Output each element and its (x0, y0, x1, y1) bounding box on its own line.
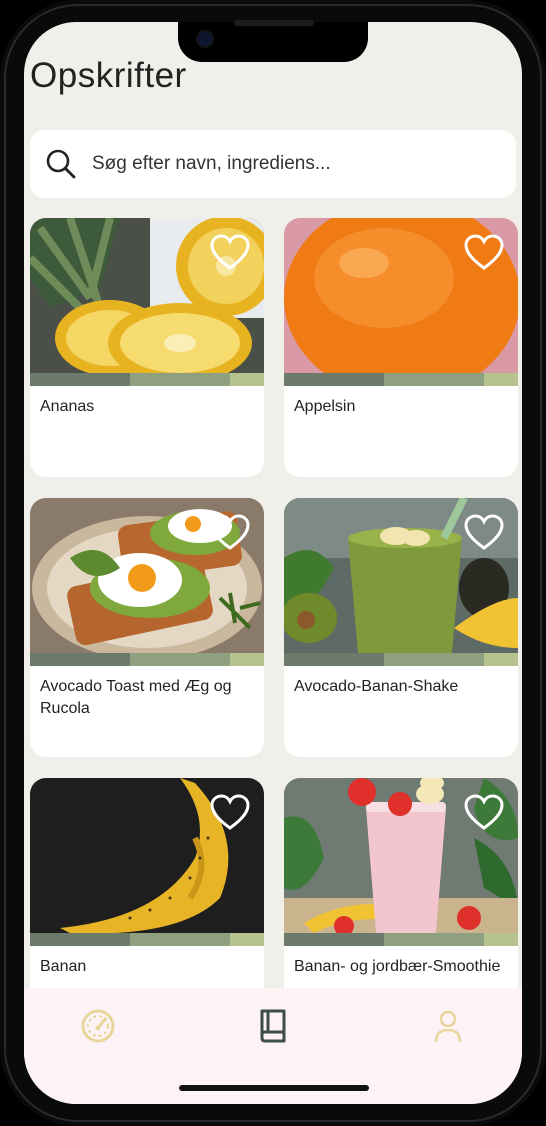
nutrition-bar (284, 933, 518, 946)
favorite-heart-icon[interactable] (464, 234, 504, 272)
phone-frame: Opskrifter Søg efter navn, ingrediens...… (0, 0, 546, 1126)
front-camera-icon (198, 32, 212, 46)
speaker-grille (234, 20, 314, 26)
nutrition-bar (30, 653, 264, 666)
nutrition-bar (284, 373, 518, 386)
home-indicator[interactable] (179, 1085, 369, 1091)
recipe-card[interactable]: Avocado-Banan-Shake (284, 498, 518, 757)
recipe-name: Banan (40, 958, 87, 975)
favorite-heart-icon[interactable] (210, 514, 250, 552)
recipe-book-icon[interactable] (253, 1006, 293, 1046)
recipe-card[interactable]: Ananas (30, 218, 264, 477)
dashboard-gauge-icon[interactable] (78, 1006, 118, 1046)
search-icon (46, 149, 76, 179)
recipe-name: Appelsin (294, 398, 356, 415)
app-screen: Opskrifter Søg efter navn, ingrediens...… (24, 22, 522, 1104)
search-bar[interactable] (30, 130, 516, 198)
page-title: Opskrifter (30, 56, 187, 95)
recipe-card[interactable]: Appelsin (284, 218, 518, 477)
recipe-name: Banan- og jordbær-Smoothie (294, 958, 501, 975)
nutrition-bar (30, 933, 264, 946)
favorite-heart-icon[interactable] (210, 234, 250, 272)
nutrition-bar (284, 653, 518, 666)
recipe-card[interactable]: Avocado Toast med Æg og Rucola (30, 498, 264, 757)
recipe-name: Avocado Toast med Æg og Rucola (40, 678, 232, 717)
profile-icon[interactable] (428, 1006, 468, 1046)
nutrition-bar (30, 373, 264, 386)
favorite-heart-icon[interactable] (464, 514, 504, 552)
recipe-name: Avocado-Banan-Shake (294, 678, 459, 695)
camera-notch (178, 20, 368, 62)
favorite-heart-icon[interactable] (210, 794, 250, 832)
favorite-heart-icon[interactable] (464, 794, 504, 832)
search-input[interactable] (90, 152, 494, 176)
recipe-name: Ananas (40, 398, 95, 415)
